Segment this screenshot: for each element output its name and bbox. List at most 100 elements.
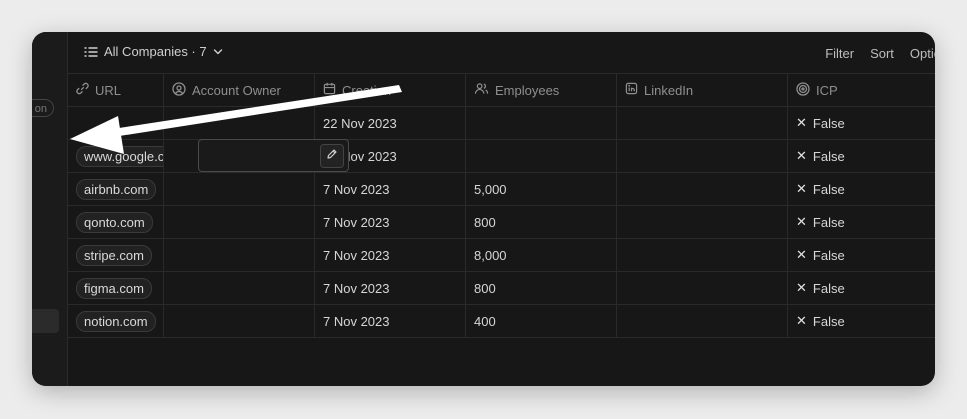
edit-button[interactable]: [320, 144, 344, 168]
employees-cell[interactable]: 5,000: [466, 173, 617, 205]
url-cell[interactable]: [68, 107, 164, 139]
linkedin-cell[interactable]: [617, 173, 788, 205]
view-bar: All Companies · 7 Filter Sort Optio: [68, 32, 935, 74]
creation-cell[interactable]: 7 Nov 2023: [315, 239, 466, 271]
url-chip[interactable]: stripe.com: [76, 244, 152, 266]
url-chip[interactable]: www.google.c: [76, 145, 163, 167]
creation-cell[interactable]: 7 Nov 2023: [315, 206, 466, 238]
url-chip[interactable]: qonto.com: [76, 211, 153, 233]
url-chip[interactable]: figma.com: [76, 277, 152, 299]
linkedin-cell[interactable]: [617, 305, 788, 337]
column-header-account-owner[interactable]: Account Owner: [164, 74, 315, 106]
column-header-url[interactable]: URL: [68, 74, 164, 106]
icp-value: False: [812, 313, 845, 329]
account-owner-cell[interactable]: [164, 107, 315, 139]
account-owner-cell[interactable]: [164, 173, 315, 205]
icp-value: False: [812, 115, 845, 131]
link-icon: [76, 82, 89, 98]
creation-date: 7 Nov 2023: [323, 280, 390, 296]
view-title: All Companies · 7: [104, 44, 207, 59]
filter-button[interactable]: Filter: [825, 46, 854, 61]
table-row[interactable]: figma.com 7 Nov 2023 800 ✕ False: [68, 272, 935, 305]
column-label: ICP: [816, 82, 838, 98]
linkedin-icon: [625, 82, 638, 98]
account-owner-editor[interactable]: [198, 139, 349, 172]
url-cell[interactable]: www.google.c: [68, 140, 164, 172]
account-owner-cell[interactable]: [164, 272, 315, 304]
icp-cell[interactable]: ✕ False: [788, 305, 935, 337]
icp-value: False: [812, 214, 845, 230]
linkedin-cell[interactable]: [617, 107, 788, 139]
table-row[interactable]: stripe.com 7 Nov 2023 8,000 ✕ False: [68, 239, 935, 272]
column-label: Account Owner: [192, 82, 281, 98]
employees-cell[interactable]: 800: [466, 206, 617, 238]
sort-button[interactable]: Sort: [870, 46, 894, 61]
url-cell[interactable]: airbnb.com: [68, 173, 164, 205]
linkedin-cell[interactable]: [617, 239, 788, 271]
employees-cell[interactable]: [466, 140, 617, 172]
employees-count: 800: [474, 214, 496, 230]
url-chip[interactable]: airbnb.com: [76, 178, 157, 200]
url-chip[interactable]: notion.com: [76, 310, 156, 332]
icp-cell[interactable]: ✕ False: [788, 173, 935, 205]
list-icon: [84, 46, 98, 58]
url-cell[interactable]: figma.com: [68, 272, 164, 304]
users-icon: [474, 82, 489, 98]
column-label: URL: [95, 82, 122, 98]
creation-date: 22 Nov 2023: [323, 115, 397, 131]
url-cell[interactable]: notion.com: [68, 305, 164, 337]
table-row[interactable]: qonto.com 7 Nov 2023 800 ✕ False: [68, 206, 935, 239]
target-icon: [796, 81, 810, 99]
table-header: URL Account Owner Creation Employees Lin…: [68, 74, 935, 107]
creation-date: 7 Nov 2023: [323, 181, 390, 197]
creation-cell[interactable]: 7 Nov 2023: [315, 173, 466, 205]
creation-date: 7 Nov 2023: [323, 214, 390, 230]
creation-date: 7 Nov 2023: [323, 247, 390, 263]
linkedin-cell[interactable]: [617, 272, 788, 304]
employees-cell[interactable]: 400: [466, 305, 617, 337]
x-icon: ✕: [796, 148, 807, 163]
sidebar-chip[interactable]: on: [32, 99, 54, 117]
column-header-creation[interactable]: Creation: [315, 74, 466, 106]
icp-value: False: [812, 148, 845, 164]
creation-cell[interactable]: 7 Nov 2023: [315, 272, 466, 304]
options-button[interactable]: Optio: [910, 46, 935, 61]
employees-count: 8,000: [474, 247, 507, 263]
icp-cell[interactable]: ✕ False: [788, 140, 935, 172]
column-header-linkedin[interactable]: LinkedIn: [617, 74, 788, 106]
pencil-icon: [326, 147, 338, 165]
view-picker[interactable]: All Companies · 7: [84, 44, 223, 59]
sidebar-selected-item[interactable]: [32, 309, 59, 333]
x-icon: ✕: [796, 115, 807, 130]
table-row[interactable]: 22 Nov 2023 ✕ False: [68, 107, 935, 140]
icp-cell[interactable]: ✕ False: [788, 239, 935, 271]
creation-cell[interactable]: 22 Nov 2023: [315, 107, 466, 139]
icp-cell[interactable]: ✕ False: [788, 206, 935, 238]
creation-date: 7 Nov 2023: [323, 313, 390, 329]
column-header-icp[interactable]: ICP: [788, 74, 935, 106]
url-cell[interactable]: qonto.com: [68, 206, 164, 238]
account-owner-cell[interactable]: [164, 305, 315, 337]
column-label: LinkedIn: [644, 82, 694, 98]
table-row[interactable]: notion.com 7 Nov 2023 400 ✕ False: [68, 305, 935, 338]
employees-cell[interactable]: 8,000: [466, 239, 617, 271]
account-owner-cell[interactable]: [164, 239, 315, 271]
icp-cell[interactable]: ✕ False: [788, 107, 935, 139]
linkedin-cell[interactable]: [617, 206, 788, 238]
employees-cell[interactable]: [466, 107, 617, 139]
x-icon: ✕: [796, 280, 807, 295]
column-header-employees[interactable]: Employees: [466, 74, 617, 106]
creation-cell[interactable]: 7 Nov 2023: [315, 305, 466, 337]
x-icon: ✕: [796, 247, 807, 262]
employees-count: 5,000: [474, 181, 507, 197]
account-owner-cell[interactable]: [164, 206, 315, 238]
app-window: on All Companies · 7 Filter Sort Optio: [32, 32, 935, 386]
table-row[interactable]: airbnb.com 7 Nov 2023 5,000 ✕ False: [68, 173, 935, 206]
linkedin-cell[interactable]: [617, 140, 788, 172]
view-actions: Filter Sort Optio: [825, 46, 935, 61]
icp-value: False: [812, 181, 845, 197]
employees-cell[interactable]: 800: [466, 272, 617, 304]
icp-value: False: [812, 247, 845, 263]
icp-cell[interactable]: ✕ False: [788, 272, 935, 304]
url-cell[interactable]: stripe.com: [68, 239, 164, 271]
